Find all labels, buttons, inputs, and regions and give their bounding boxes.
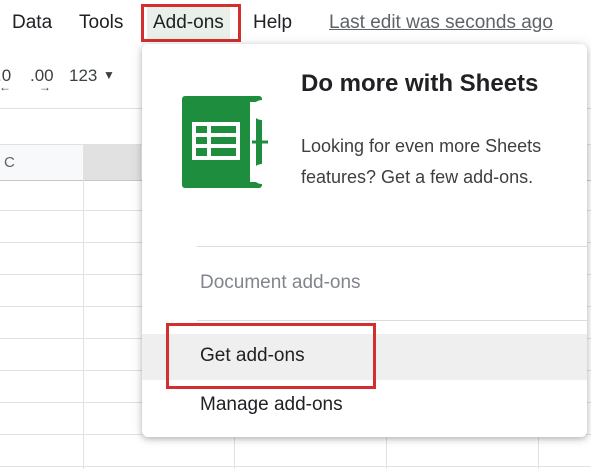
menu-addons[interactable]: Add-ons: [147, 7, 230, 39]
addons-dropdown-menu: Do more with Sheets Looking for even mor…: [142, 44, 587, 437]
increase-decimal-button[interactable]: .00 →: [30, 66, 54, 94]
column-header-selected[interactable]: [83, 145, 141, 180]
manage-addons-label: Manage add-ons: [200, 394, 343, 415]
arrow-left-icon: ←: [0, 80, 11, 94]
last-edit-link[interactable]: Last edit was seconds ago: [329, 10, 553, 36]
menu-help[interactable]: Help: [253, 10, 292, 36]
more-formats-label: 123: [69, 66, 98, 85]
chevron-down-icon[interactable]: ▼: [103, 68, 115, 82]
manage-addons-item[interactable]: Manage add-ons: [142, 383, 587, 429]
column-header-c[interactable]: C: [4, 154, 15, 171]
row-divider: [0, 466, 591, 467]
more-formats-button[interactable]: 123: [69, 66, 97, 86]
sheets-addon-icon: [182, 96, 272, 188]
get-addons-label: Get add-ons: [200, 345, 305, 366]
menubar: Data Tools Add-ons Help Last edit was se…: [0, 0, 591, 46]
document-addons-label: Document add-ons: [200, 272, 361, 293]
promo-description: Looking for even more Sheets features? G…: [301, 136, 542, 187]
promo-title: Do more with Sheets: [301, 70, 539, 97]
get-addons-item[interactable]: Get add-ons: [142, 334, 587, 380]
menu-data[interactable]: Data: [12, 10, 52, 36]
menu-divider: [197, 246, 587, 247]
menu-divider: [197, 320, 587, 321]
menu-tools[interactable]: Tools: [79, 10, 123, 36]
arrow-right-icon: →: [39, 80, 51, 94]
document-addons-item: Document add-ons: [142, 261, 587, 307]
decrease-decimal-button[interactable]: .0 ←: [0, 66, 11, 94]
